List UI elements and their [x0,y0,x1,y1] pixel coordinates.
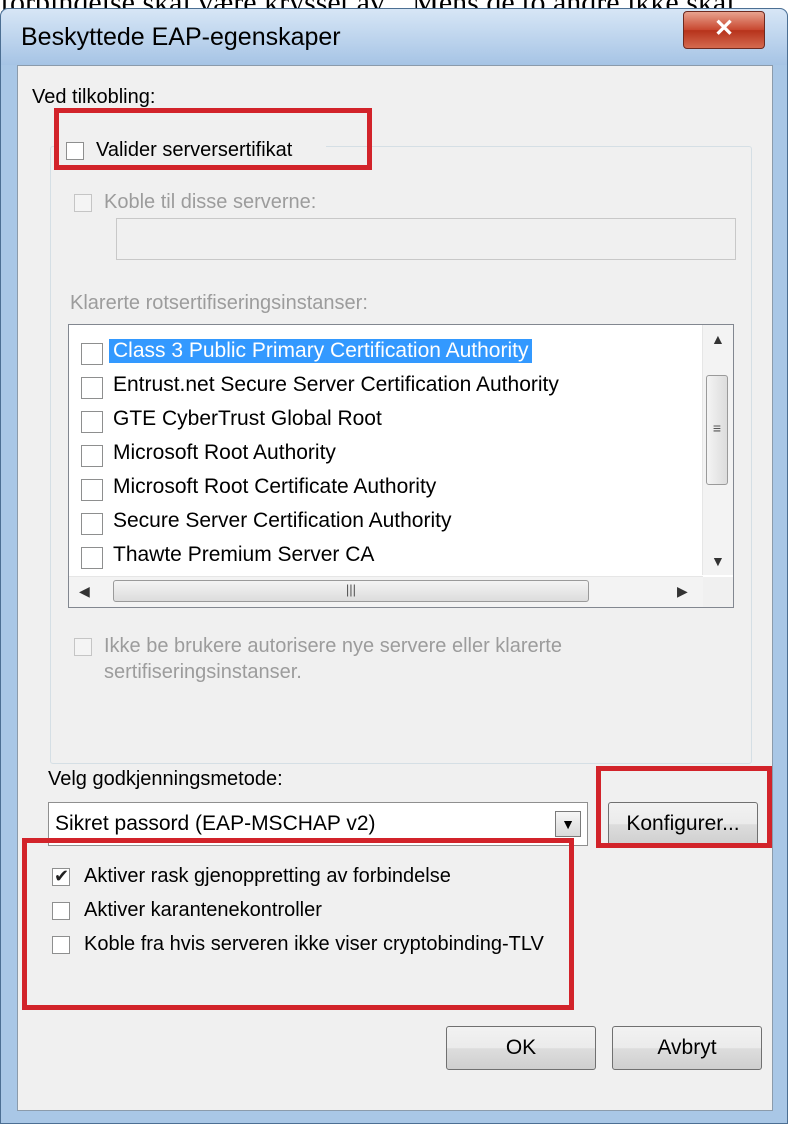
list-item-checkbox[interactable] [81,513,103,535]
connect-to-servers-label: Koble til disse serverne: [104,191,317,213]
highlight-validate-cert [54,108,372,170]
no-prompt-label-line1: Ikke be brukere autorisere nye servere e… [104,635,562,657]
list-item[interactable]: Microsoft Root Certificate Authority [81,473,681,503]
list-item[interactable]: Microsoft Root Authority [81,439,681,469]
list-item-label: Microsoft Root Authority [113,441,336,464]
window-title: Beskyttede EAP-egenskaper [21,23,341,51]
scroll-right-icon[interactable]: ▶ [677,583,688,600]
on-connect-heading: Ved tilkobling: [32,86,156,108]
vertical-scrollbar[interactable]: ▲ ≡ ▼ [702,325,733,575]
list-item[interactable]: Class 3 Public Primary Certification Aut… [81,337,681,367]
list-item-checkbox[interactable] [81,479,103,501]
ok-button[interactable]: OK [446,1026,596,1070]
list-item-label: Thawte Premium Server CA [113,543,375,566]
trusted-roots-list[interactable]: Class 3 Public Primary Certification Aut… [68,324,734,608]
list-item[interactable]: GTE CyberTrust Global Root [81,405,681,435]
auth-method-value: Sikret passord (EAP-MSCHAP v2) [55,812,376,835]
list-item-label: GTE CyberTrust Global Root [113,407,382,430]
list-item-checkbox[interactable] [81,547,103,569]
grip-icon: ||| [345,582,357,597]
list-item-label: Microsoft Root Certificate Authority [113,475,437,498]
grip-icon: ≡ [712,420,722,436]
list-item-checkbox[interactable] [81,445,103,467]
list-item[interactable]: Entrust.net Secure Server Certification … [81,371,681,401]
chevron-down-icon[interactable]: ▼ [555,811,581,837]
scroll-down-icon[interactable]: ▼ [711,553,725,569]
connect-to-servers-checkbox[interactable] [74,194,92,212]
scroll-left-icon[interactable]: ◀ [79,583,90,600]
highlight-options [22,838,574,1010]
auth-method-label: Velg godkjenningsmetode: [48,768,283,790]
list-item-checkbox[interactable] [81,377,103,399]
list-item-checkbox[interactable] [81,411,103,433]
servers-input[interactable] [116,218,736,260]
close-button[interactable]: ✕ [683,11,765,49]
cancel-button[interactable]: Avbryt [612,1026,762,1070]
horizontal-scroll-thumb[interactable]: ||| [113,580,589,602]
title-bar: Beskyttede EAP-egenskaper ✕ [1,9,787,65]
close-icon: ✕ [713,15,735,42]
list-item-label: Secure Server Certification Authority [113,509,452,532]
vertical-scroll-thumb[interactable]: ≡ [706,375,728,485]
scroll-corner [703,577,733,607]
no-prompt-label-line2: sertifiseringsinstanser. [104,661,302,683]
no-prompt-checkbox[interactable] [74,638,92,656]
scroll-up-icon[interactable]: ▲ [711,331,725,347]
list-item[interactable]: Thawte Premium Server CA [81,541,681,571]
list-item-label: Entrust.net Secure Server Certification … [113,373,559,396]
list-item[interactable]: Secure Server Certification Authority [81,507,681,537]
highlight-configure [596,766,772,848]
horizontal-scrollbar[interactable]: ◀ ||| ▶ [69,576,703,607]
list-item-label: Class 3 Public Primary Certification Aut… [109,339,533,363]
trusted-roots-label: Klarerte rotsertifiseringsinstanser: [70,292,368,314]
list-item-checkbox[interactable] [81,343,103,365]
